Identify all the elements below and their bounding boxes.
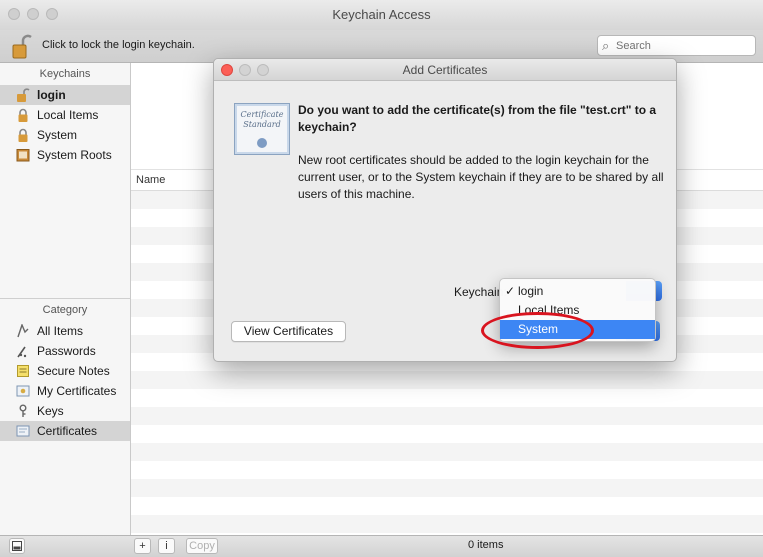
search-icon: ⌕ xyxy=(602,38,610,53)
sidebar-item-passwords[interactable]: Passwords xyxy=(0,341,130,361)
sidebar-item-label: My Certificates xyxy=(37,384,117,398)
item-count: 0 items xyxy=(468,539,504,551)
note-icon xyxy=(16,364,30,378)
all-items-icon xyxy=(16,323,30,338)
dialog-minimize-button xyxy=(239,64,251,76)
sidebar-item-label: Passwords xyxy=(37,344,96,358)
dialog-title-bar: Add Certificates xyxy=(214,59,676,81)
sidebar-item-label: Certificates xyxy=(37,424,98,438)
view-certificates-button[interactable]: View Certificates xyxy=(231,321,346,342)
plus-icon: + xyxy=(139,540,146,552)
sidebar-item-label: login xyxy=(37,88,66,102)
sidebar-toggle-icon[interactable] xyxy=(9,538,25,554)
lock-icon xyxy=(16,128,30,142)
key-icon xyxy=(16,404,30,418)
lock-open-icon[interactable] xyxy=(12,34,32,60)
password-icon xyxy=(16,344,30,358)
zoom-window-button[interactable] xyxy=(46,8,58,20)
sidebar-item-label: All Items xyxy=(37,324,84,338)
keychains-header: Keychains xyxy=(39,68,91,80)
sidebar-item-keys[interactable]: Keys xyxy=(0,401,130,421)
search-input[interactable] xyxy=(616,38,752,54)
sidebar-item-login[interactable]: login xyxy=(0,85,130,105)
copy-button[interactable]: Copy xyxy=(186,538,218,554)
title-bar: Keychain Access xyxy=(0,0,763,30)
category-header: Category xyxy=(42,304,88,316)
certificate-icon: Certificate Standard xyxy=(234,103,290,155)
certificate-icon xyxy=(16,424,30,438)
sidebar-item-local-items[interactable]: Local Items xyxy=(0,105,130,125)
window-title: Keychain Access xyxy=(332,7,431,22)
lock-keychain-text[interactable]: Click to lock the login keychain. xyxy=(42,39,195,51)
checkmark-icon: ✓ xyxy=(505,284,516,298)
sidebar-item-certificates[interactable]: Certificates xyxy=(0,421,130,441)
sidebar-item-system[interactable]: System xyxy=(0,125,130,145)
info-icon: i xyxy=(165,540,168,552)
cabinet-icon xyxy=(16,148,30,162)
get-info-button[interactable]: i xyxy=(158,538,175,554)
sidebar: Keychains login Local Items System Syste… xyxy=(0,63,131,535)
lock-icon xyxy=(16,108,30,122)
search-field[interactable]: ⌕ xyxy=(597,35,756,56)
dialog-body: New root certificates should be added to… xyxy=(298,153,664,201)
column-header-label: Name xyxy=(136,174,166,186)
menu-item-label: login xyxy=(518,284,544,298)
dialog-heading: Do you want to add the certificate(s) fr… xyxy=(298,103,657,134)
certificate-icon-text: Certificate Standard xyxy=(240,110,284,129)
sidebar-item-system-roots[interactable]: System Roots xyxy=(0,145,130,165)
sidebar-item-label: Keys xyxy=(37,404,64,418)
sidebar-item-label: Secure Notes xyxy=(37,364,110,378)
certificate-seal-icon xyxy=(257,138,267,148)
my-certificates-icon xyxy=(16,384,30,398)
sidebar-item-label: System Roots xyxy=(37,148,112,162)
status-bar: + i Copy 0 items xyxy=(0,535,763,557)
menu-item-login[interactable]: ✓ login xyxy=(500,282,655,301)
sidebar-item-my-certificates[interactable]: My Certificates xyxy=(0,381,130,401)
dialog-close-button[interactable] xyxy=(221,64,233,76)
sidebar-item-label: System xyxy=(37,128,78,142)
annotation-ellipse xyxy=(481,312,594,349)
add-item-button[interactable]: + xyxy=(134,538,151,554)
dialog-zoom-button xyxy=(257,64,269,76)
close-window-button[interactable] xyxy=(8,8,20,20)
sidebar-item-all-items[interactable]: All Items xyxy=(0,321,130,341)
category-section: Category All Items Passwords Secure Note… xyxy=(0,298,130,441)
minimize-window-button[interactable] xyxy=(27,8,39,20)
dialog-title: Add Certificates xyxy=(402,63,488,77)
sidebar-item-label: Local Items xyxy=(37,108,99,122)
sidebar-item-secure-notes[interactable]: Secure Notes xyxy=(0,361,130,381)
lock-open-icon xyxy=(16,88,30,102)
